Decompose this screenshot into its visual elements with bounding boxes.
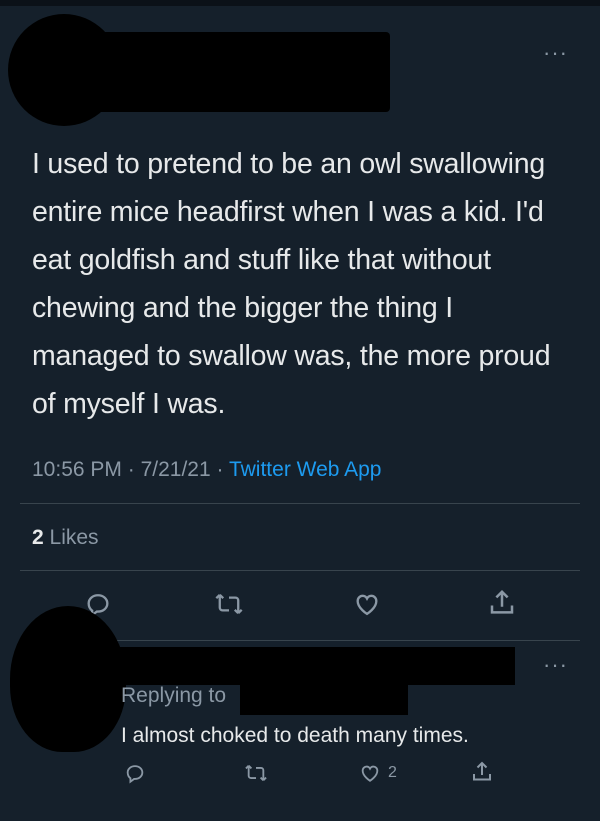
tweet-meta: 10:56 PM · 7/21/21 · Twitter Web App bbox=[32, 458, 382, 482]
reply-retweet-button[interactable] bbox=[244, 762, 268, 784]
retweet-icon bbox=[215, 593, 243, 615]
reply-like-button[interactable]: 2 bbox=[358, 762, 397, 784]
share-button[interactable] bbox=[487, 588, 517, 618]
redacted-name bbox=[96, 32, 390, 112]
share-icon bbox=[473, 761, 491, 781]
retweet-button[interactable] bbox=[214, 590, 244, 618]
redacted-top-edge bbox=[0, 0, 600, 6]
likes-count: 2 bbox=[32, 526, 44, 549]
likes-label: Likes bbox=[49, 526, 99, 549]
reply-like-count: 2 bbox=[388, 764, 397, 781]
tweet-source[interactable]: Twitter Web App bbox=[229, 458, 382, 481]
reply-text: I almost choked to death many times. bbox=[121, 724, 469, 747]
reply-share-button[interactable] bbox=[470, 760, 494, 784]
meta-separator: · bbox=[127, 458, 135, 481]
retweet-icon bbox=[245, 765, 267, 781]
divider bbox=[20, 570, 580, 571]
replying-to-label: Replying to bbox=[121, 684, 227, 707]
redacted-reply-handle bbox=[240, 676, 408, 715]
tweet-time[interactable]: 10:56 PM bbox=[32, 458, 122, 481]
tweet-more-icon[interactable]: ··· bbox=[543, 40, 568, 66]
tweet-text: I used to pretend to be an owl swallowin… bbox=[32, 148, 551, 420]
meta-separator: · bbox=[216, 458, 224, 481]
tweet-date[interactable]: 7/21/21 bbox=[141, 458, 211, 481]
reply-more-icon[interactable]: ··· bbox=[543, 652, 568, 678]
reply-icon bbox=[126, 765, 144, 784]
redacted-reply-avatar bbox=[10, 606, 126, 752]
like-icon bbox=[356, 594, 378, 616]
divider bbox=[20, 503, 580, 504]
share-icon bbox=[490, 589, 514, 614]
like-button[interactable] bbox=[352, 590, 382, 618]
like-icon bbox=[361, 765, 379, 782]
reply-reply-button[interactable] bbox=[124, 762, 146, 784]
likes-summary[interactable]: 2 Likes bbox=[32, 526, 99, 550]
